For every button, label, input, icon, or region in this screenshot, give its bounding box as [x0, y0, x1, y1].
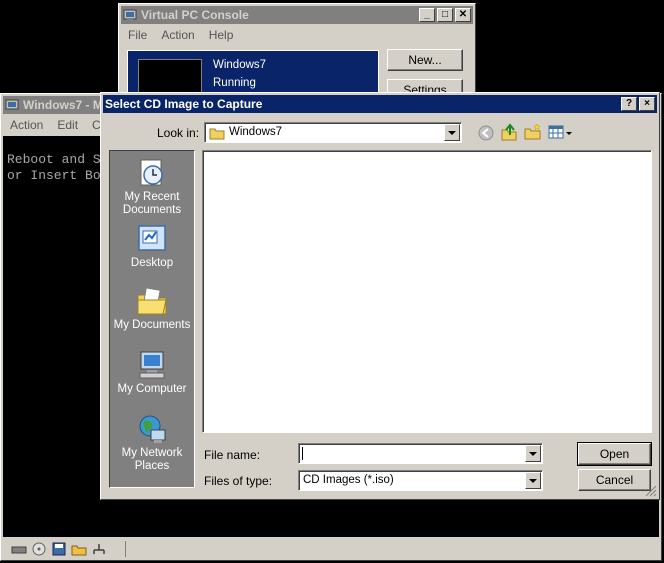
- select-cd-dialog: Select CD Image to Capture ? × Look in: …: [100, 92, 660, 500]
- menu-file[interactable]: File: [121, 28, 154, 42]
- text-caret: [302, 447, 303, 460]
- look-in-combo[interactable]: Windows7: [204, 122, 462, 143]
- look-in-value: Windows7: [229, 126, 283, 138]
- file-name-label: File name:: [204, 448, 261, 462]
- look-in-label: Look in:: [157, 126, 200, 140]
- close-button[interactable]: ✕: [455, 8, 471, 22]
- place-network-label: My Network Places: [121, 447, 183, 472]
- view-menu-icon[interactable]: [548, 123, 574, 141]
- place-recent-label: My Recent Documents: [122, 191, 182, 216]
- files-of-type-value: CD Images (*.iso): [303, 474, 394, 486]
- minimize-button[interactable]: _: [419, 8, 435, 22]
- vm-status: Running: [213, 77, 256, 89]
- network-icon[interactable]: [91, 542, 107, 556]
- maximize-button[interactable]: □: [437, 8, 453, 22]
- vm-name: Windows7: [213, 59, 267, 71]
- vm-menu-action[interactable]: Action: [3, 118, 50, 132]
- floppy-drive-icon[interactable]: [11, 542, 27, 556]
- vm-list[interactable]: Windows7 Running: [127, 50, 379, 99]
- places-bar: My Recent Documents Desktop My Documents: [109, 150, 195, 488]
- place-my-documents-label: My Documents: [113, 319, 191, 331]
- dialog-title: Select CD Image to Capture: [105, 97, 263, 111]
- console-menubar: File Action Help: [121, 26, 473, 44]
- new-folder-icon[interactable]: [524, 123, 542, 141]
- console-titlebar[interactable]: Virtual PC Console _ □ ✕: [121, 6, 473, 24]
- console-window: Virtual PC Console _ □ ✕ File Action Hel…: [118, 3, 476, 101]
- virtual-pc-icon: [123, 9, 137, 21]
- file-name-combo[interactable]: [298, 443, 543, 464]
- menu-action[interactable]: Action: [154, 28, 201, 42]
- vm-menu-edit[interactable]: Edit: [50, 118, 85, 132]
- files-of-type-combo[interactable]: CD Images (*.iso): [298, 470, 543, 491]
- network-places-icon: [139, 415, 166, 443]
- place-my-documents[interactable]: My Documents: [110, 285, 194, 332]
- vm-screen-line-1: Reboot and S: [7, 152, 101, 167]
- look-in-dropdown-arrow[interactable]: [444, 124, 460, 141]
- status-divider: [125, 541, 126, 557]
- back-icon[interactable]: [477, 124, 495, 142]
- vm-statusbar: [3, 539, 659, 559]
- cd-drive-icon[interactable]: [31, 542, 47, 556]
- recent-documents-icon: [140, 159, 163, 186]
- menu-help[interactable]: Help: [202, 28, 241, 42]
- files-of-type-dropdown-arrow[interactable]: [525, 472, 541, 489]
- help-button[interactable]: ?: [621, 97, 637, 111]
- vm-screen-line-2: or Insert Bo: [7, 168, 101, 183]
- place-my-computer[interactable]: My Computer: [110, 349, 194, 396]
- place-my-computer-label: My Computer: [117, 383, 187, 395]
- desktop-icon: [138, 225, 166, 251]
- disk-icon[interactable]: [51, 542, 67, 556]
- shared-folder-icon[interactable]: [71, 542, 87, 556]
- resize-grip-icon[interactable]: [645, 485, 657, 497]
- open-button[interactable]: Open: [577, 442, 652, 466]
- up-folder-icon[interactable]: [500, 123, 518, 141]
- cancel-button[interactable]: Cancel: [578, 469, 651, 491]
- place-desktop-label: Desktop: [130, 257, 174, 269]
- new-button[interactable]: New...: [387, 49, 463, 71]
- my-documents-icon: [137, 287, 167, 315]
- file-list[interactable]: [202, 150, 652, 433]
- place-network[interactable]: My Network Places: [110, 413, 194, 473]
- vm-window-icon: [5, 99, 19, 110]
- vm-title: Windows7 - M: [23, 98, 103, 112]
- files-of-type-label: Files of type:: [204, 474, 273, 488]
- console-title: Virtual PC Console: [141, 8, 249, 22]
- place-desktop[interactable]: Desktop: [110, 223, 194, 270]
- folder-icon: [209, 128, 225, 140]
- dialog-close-button[interactable]: ×: [639, 97, 655, 111]
- place-recent-documents[interactable]: My Recent Documents: [110, 157, 194, 217]
- my-computer-icon: [139, 351, 165, 379]
- file-name-dropdown-arrow[interactable]: [525, 445, 541, 462]
- dialog-titlebar[interactable]: Select CD Image to Capture ? ×: [103, 95, 657, 113]
- status-icons: [11, 542, 121, 556]
